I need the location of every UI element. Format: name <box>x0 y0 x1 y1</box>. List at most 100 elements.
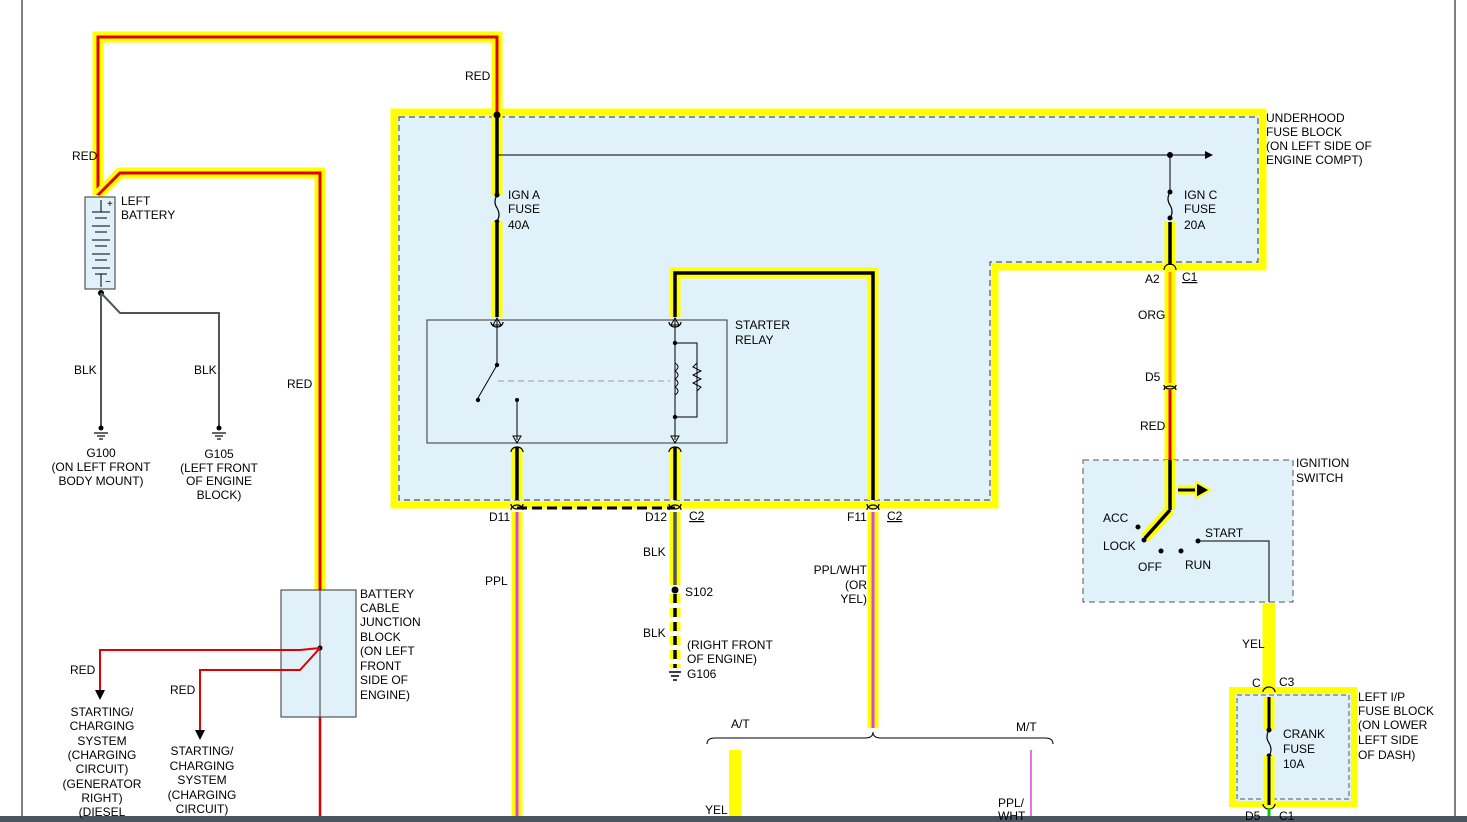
splice-s102: S102 <box>685 585 713 599</box>
ground-icon <box>94 432 226 440</box>
junction-block-box <box>280 589 357 718</box>
ign-a-label-2: FUSE <box>508 202 540 216</box>
g100-label-3: BODY MOUNT) <box>58 474 143 488</box>
wire-label-mt: M/T <box>1016 720 1037 734</box>
g106-name: G106 <box>687 667 717 681</box>
charging-left-label-7: RIGHT) <box>81 791 122 805</box>
connector-f11: F11 <box>847 510 867 524</box>
crank-fuse-label-3: 10A <box>1283 757 1304 771</box>
relay-coil-dot-1 <box>672 340 678 346</box>
wire-label-ppl-wht: PPL/WHT <box>814 563 868 577</box>
ip-fuse-block-label-3: (ON LOWER <box>1358 718 1428 732</box>
junction-block-label-1: BATTERY <box>360 587 414 601</box>
underhood-label-2: FUSE BLOCK <box>1266 125 1342 139</box>
g100-label-1: G100 <box>86 446 116 460</box>
charging-right-label-3: SYSTEM <box>177 773 226 787</box>
relay-contact-tip <box>475 397 481 403</box>
switch-pos-lock <box>1141 537 1147 543</box>
switch-label-acc: ACC <box>1103 511 1129 525</box>
switch-pos-run <box>1178 548 1184 554</box>
wire-label-yel-switch: YEL <box>1242 637 1265 651</box>
wire-blk-g105 <box>100 292 220 428</box>
g106-label-1: (RIGHT FRONT <box>687 638 773 652</box>
ignition-switch-label-1: IGNITION <box>1296 456 1349 470</box>
switch-label-lock: LOCK <box>1103 539 1136 553</box>
charging-left-label-4: (CHARGING <box>68 748 137 762</box>
charging-1-arrow-icon <box>95 690 105 700</box>
starter-relay-label-1: STARTER <box>735 318 790 332</box>
g100-label-2: (ON LEFT FRONT <box>51 460 151 474</box>
switch-pos-off <box>1158 548 1164 554</box>
relay-coil-dot-2 <box>672 414 678 420</box>
connector-d12: D12 <box>645 510 667 524</box>
charging-left-label-5: CIRCUIT) <box>76 762 129 776</box>
underhood-fuse-block-highlight <box>390 108 1267 509</box>
ign-c-label-2: FUSE <box>1184 202 1216 216</box>
ip-fuse-block-label-4: LEFT SIDE <box>1358 733 1418 747</box>
starter-relay-label-2: RELAY <box>735 333 773 347</box>
connector-d5: D5 <box>1145 370 1161 384</box>
wire-label-blk-1: BLK <box>74 363 97 377</box>
charging-right-label-2: CHARGING <box>170 759 235 773</box>
charging-left-label-6: (GENERATOR <box>63 777 142 791</box>
left-battery-icon <box>84 196 116 290</box>
ip-fuse-block-label-2: FUSE BLOCK <box>1358 704 1434 718</box>
underhood-label-1: UNDERHOOD <box>1266 111 1345 125</box>
junction-block-label-2: CABLE <box>360 601 399 615</box>
wire-label-red-top: RED <box>465 69 491 83</box>
wire-label-red-mid: RED <box>287 377 313 391</box>
wire-label-ppl-bottom-2: WHT <box>998 809 1026 822</box>
relay-contact-pivot <box>494 362 500 368</box>
wire-label-red-left: RED <box>72 149 98 163</box>
ign-a-label-3: 40A <box>508 218 529 232</box>
g105-label-1: G105 <box>204 447 234 461</box>
connector-c2-b: C2 <box>887 509 903 523</box>
left-battery-label-1: LEFT <box>121 194 151 208</box>
crank-fuse-end-1 <box>1266 727 1272 733</box>
junction-block-label-7: SIDE OF <box>360 673 408 687</box>
ip-fuse-block-label-1: LEFT I/P <box>1358 690 1405 704</box>
ign-c-label-3: 20A <box>1184 218 1205 232</box>
wire-label-at: A/T <box>731 717 750 731</box>
wire-label-ppl-wht-yel: YEL) <box>840 592 867 606</box>
left-battery-label-2: BATTERY <box>121 208 175 222</box>
wiring-diagram: + − LEFT BATTERY RED RED RED BLK BLK G10… <box>0 0 1467 822</box>
relay-contact-fixed <box>515 398 519 402</box>
ignition-switch-label-2: SWITCH <box>1296 471 1343 485</box>
charging-left-label-1: STARTING/ <box>71 705 135 719</box>
connector-c1-a: C1 <box>1182 270 1198 284</box>
splice-dot-ign-a <box>493 111 501 119</box>
wire-label-yel-bottom: YEL <box>705 803 728 817</box>
g105-label-4: BLOCK) <box>197 488 242 502</box>
ign-a-label-1: IGN A <box>508 188 540 202</box>
starter-relay-box <box>426 319 728 444</box>
wire-label-ppl-bottom: PPL/ <box>998 796 1025 810</box>
switch-pos-acc <box>1135 524 1141 530</box>
wire-label-ppl-wht-or: (OR <box>845 578 867 592</box>
connector-c3: C3 <box>1279 675 1295 689</box>
junction-block-label-5: (ON LEFT <box>360 644 415 658</box>
charging-2-arrow-icon <box>195 730 205 740</box>
crank-fuse-label-2: FUSE <box>1283 742 1315 756</box>
at-mt-brace <box>706 731 1054 745</box>
wire-label-ppl: PPL <box>485 574 508 588</box>
switch-label-start: START <box>1205 526 1244 540</box>
connector-c: C <box>1252 676 1261 690</box>
wire-label-blk-d12: BLK <box>643 545 666 559</box>
junction-block-label-6: FRONT <box>360 659 402 673</box>
connector-c1-bottom: C1 <box>1279 809 1295 822</box>
connector-d11: D11 <box>489 510 510 524</box>
g100-dot <box>98 425 104 431</box>
ign-c-fuse-end-2 <box>1167 215 1173 221</box>
ign-c-label-1: IGN C <box>1184 188 1218 202</box>
charging-left-label-8: (DIESEL <box>79 805 126 819</box>
g105-label-2: (LEFT FRONT <box>180 461 258 475</box>
charging-right-label-1: STARTING/ <box>171 744 235 758</box>
ip-fuse-block-label-5: OF DASH) <box>1358 748 1415 762</box>
connector-d5-bottom: D5 <box>1245 809 1261 822</box>
wire-label-red-j2: RED <box>170 683 196 697</box>
g105-dot <box>216 425 222 431</box>
connector-c2-a: C2 <box>689 509 705 523</box>
underhood-label-3: (ON LEFT SIDE OF <box>1266 139 1372 153</box>
wire-label-red-j1: RED <box>70 663 96 677</box>
